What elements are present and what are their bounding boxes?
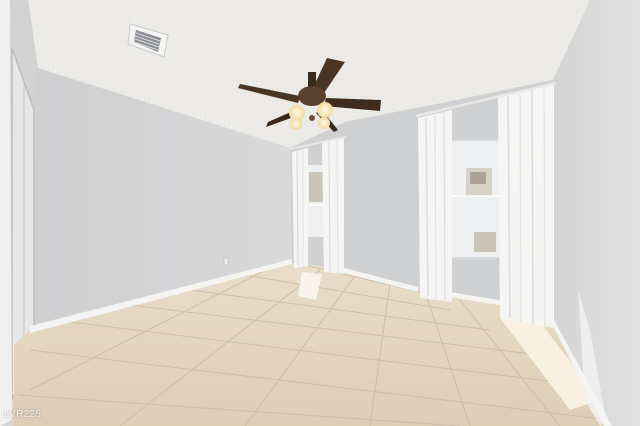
watermark-text: LVR225 xyxy=(4,409,42,420)
curtain-large-right xyxy=(498,84,554,328)
curtain-large-left xyxy=(418,110,452,302)
curtain-small-left xyxy=(292,148,308,268)
empty-room-scene xyxy=(0,0,640,426)
wall-outlet xyxy=(223,257,229,266)
curtain-small-right xyxy=(322,138,344,274)
window-right xyxy=(450,139,500,259)
